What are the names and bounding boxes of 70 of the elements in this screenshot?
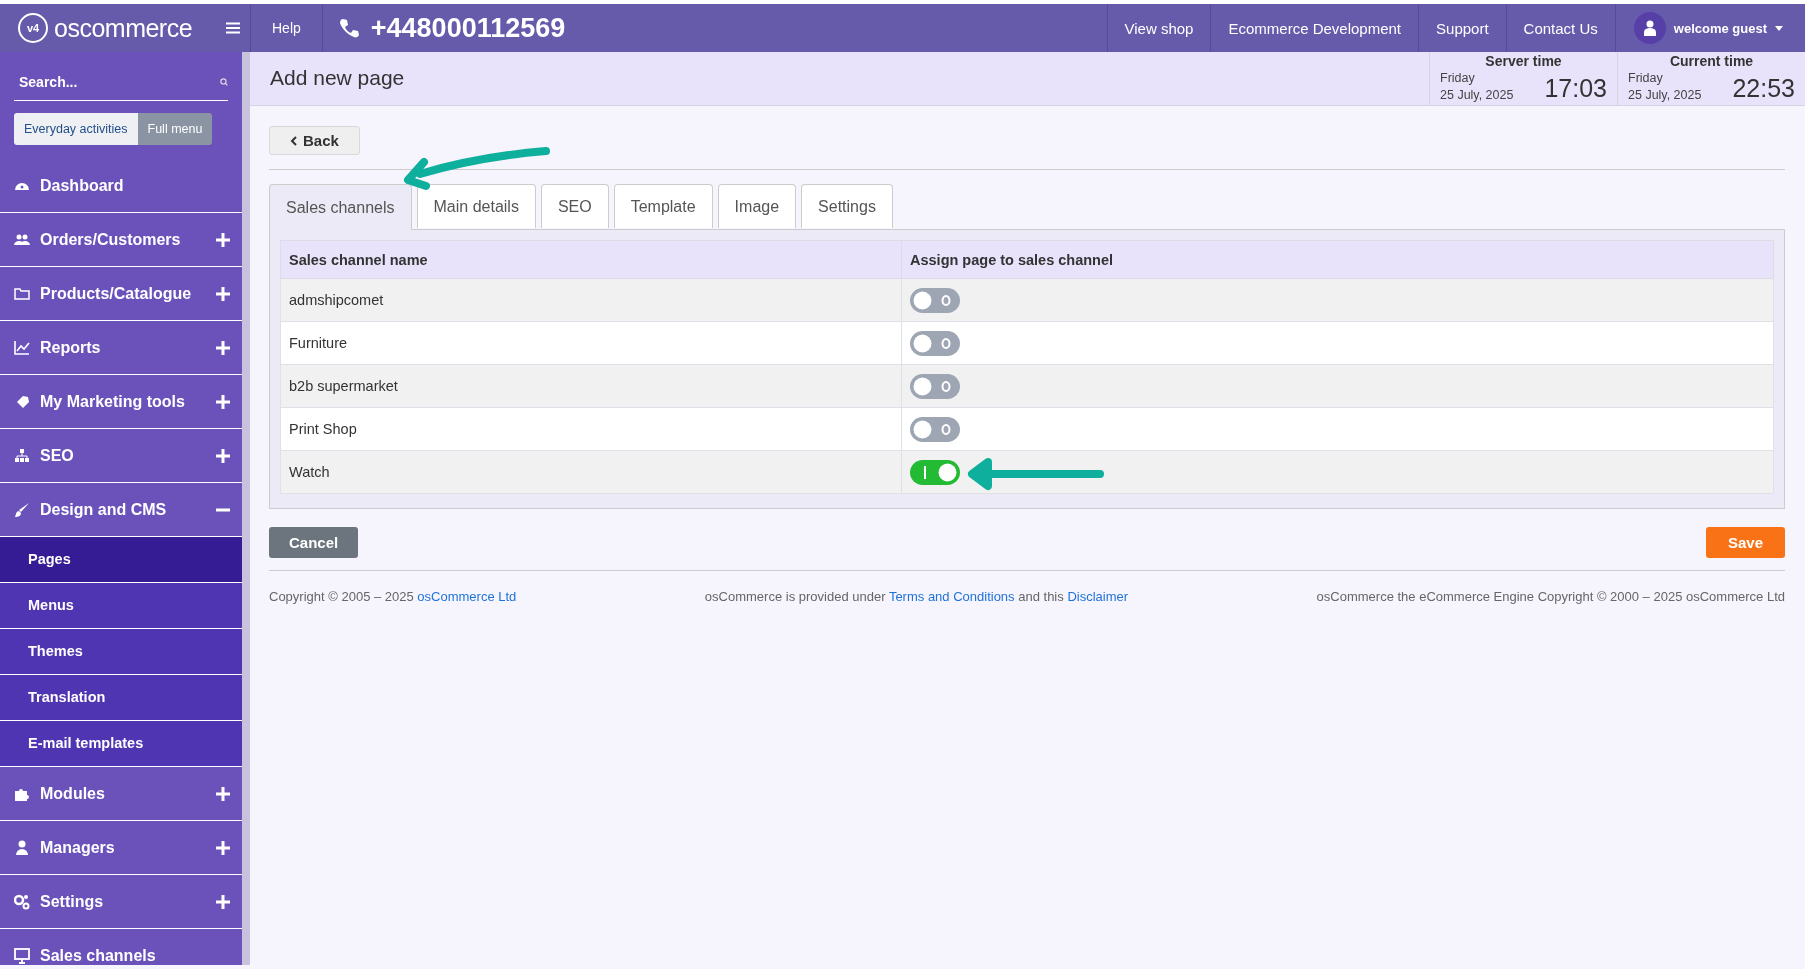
table-cell: Watch: [280, 450, 902, 494]
footer-text: osCommerce the eCommerce Engine Copyright © 2000 – 2025 osCommerce Ltd: [1316, 589, 1785, 604]
tab[interactable]: SEO: [540, 184, 609, 228]
column-header: Sales channel name: [280, 240, 902, 279]
table-cell: admshipcomet: [280, 278, 902, 322]
tab[interactable]: Settings: [801, 184, 893, 228]
plus-icon: [216, 786, 230, 801]
footer-link[interactable]: osCommerce Ltd: [417, 589, 517, 604]
plus-icon: [216, 840, 230, 855]
tab[interactable]: Image: [717, 184, 797, 228]
sidebar-subitem[interactable]: Themes: [0, 628, 242, 674]
sidebar-item-icon: [14, 447, 30, 464]
sidebar-item-icon: [14, 285, 30, 302]
cancel-button[interactable]: Cancel: [269, 527, 359, 558]
clock-time: 17:03: [1544, 73, 1607, 103]
logo-badge: v4: [18, 13, 48, 43]
phone-number: +448000112569: [370, 12, 566, 44]
footer-link[interactable]: Terms and Conditions: [888, 589, 1015, 604]
menu-mode-tab[interactable]: Everyday activities: [14, 113, 138, 145]
plus-icon: [216, 232, 230, 247]
table-cell: b2b supermarket: [280, 364, 902, 408]
sidebar-item-icon: [14, 501, 30, 518]
page-title: Add new page: [269, 65, 406, 91]
footer-link[interactable]: Disclaimer: [1067, 589, 1129, 604]
toggle-switch[interactable]: [910, 459, 960, 485]
sidebar-item-icon: [14, 893, 30, 910]
clock-date: 25 July, 2025: [1440, 88, 1515, 105]
phone-icon: [338, 18, 359, 38]
scrollbar[interactable]: [242, 52, 250, 965]
toggle-switch[interactable]: [910, 373, 960, 399]
sidebar-subitem[interactable]: Pages: [0, 536, 242, 582]
clock-day: Friday: [1440, 71, 1545, 89]
user-avatar: [1633, 12, 1666, 44]
tab[interactable]: Template: [613, 184, 713, 228]
logo-text: oscommerce: [54, 13, 193, 43]
clock-label: Server time: [1484, 52, 1563, 71]
sidebar-item[interactable]: Sales channels: [0, 928, 242, 969]
sidebar-subitem[interactable]: Translation: [0, 674, 242, 720]
sidebar-item-icon: [14, 947, 30, 964]
menu-mode-tab[interactable]: Full menu: [137, 113, 213, 145]
sidebar-item[interactable]: Dashboard: [0, 159, 242, 212]
toggle-switch[interactable]: [910, 330, 960, 356]
clock-label: Current time: [1668, 52, 1755, 71]
footer-text: Copyright © 2005 – 2025 osCommerce Ltd: [269, 589, 517, 604]
plus-icon: [216, 894, 230, 909]
sidebar-item-icon: [14, 839, 30, 856]
user-menu[interactable]: welcome guest: [1673, 20, 1767, 36]
table-cell: Print Shop: [280, 407, 902, 451]
clock-time: 22:53: [1732, 73, 1795, 103]
tab[interactable]: Main details: [416, 184, 536, 228]
chevron-icon: [290, 135, 297, 146]
plus-icon: [216, 394, 230, 409]
tab[interactable]: Sales channels: [269, 184, 412, 230]
plus-icon: [216, 286, 230, 301]
menu-icon[interactable]: [226, 22, 240, 34]
column-header: Assign page to sales channel: [901, 240, 1774, 279]
sidebar-item-icon: [14, 339, 30, 356]
toggle-switch[interactable]: [910, 287, 960, 313]
clock-date: 25 July, 2025: [1628, 88, 1703, 105]
plus-icon: [216, 448, 230, 463]
caret-icon[interactable]: [1775, 25, 1783, 31]
plus-icon: [216, 340, 230, 355]
clock-day: Friday: [1628, 71, 1733, 89]
sidebar-subitem[interactable]: E-mail templates: [0, 720, 242, 766]
back-button[interactable]: Back: [269, 126, 360, 155]
toggle-switch[interactable]: [910, 416, 960, 442]
sidebar-subitem[interactable]: Menus: [0, 582, 242, 628]
table-cell: Furniture: [280, 321, 902, 365]
footer-text: osCommerce is provided under Terms and Conditions and this Disclaimer: [704, 589, 1129, 604]
search-field[interactable]: Search...: [14, 74, 220, 90]
